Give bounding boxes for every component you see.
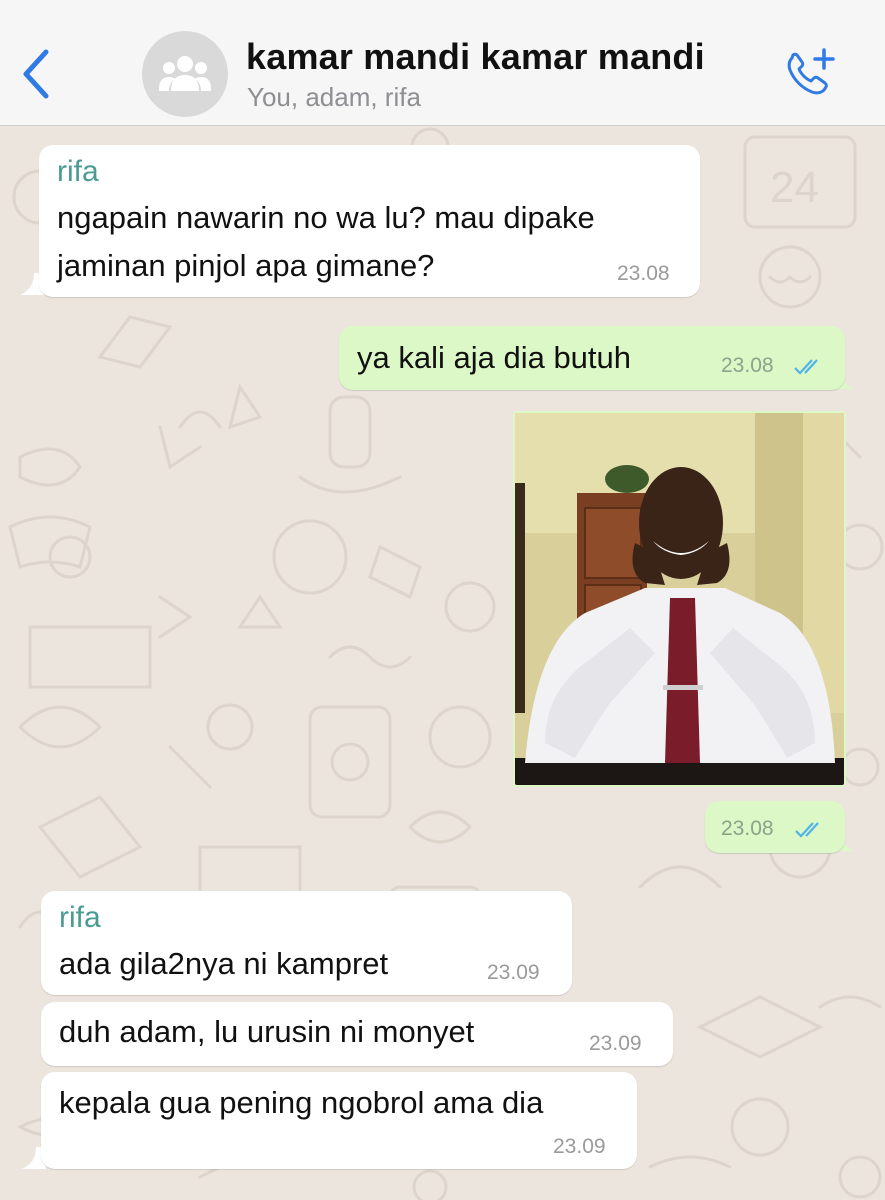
message-time: 23.08: [721, 354, 774, 377]
message-text-line: ada gila2nya ni kampret: [59, 946, 389, 981]
message-bubble-incoming[interactable]: kepala gua pening ngobrol ama dia 23.09: [41, 1072, 637, 1169]
message-bubble-outgoing[interactable]: ya kali aja dia butuh 23.08: [339, 326, 845, 390]
group-icon: [159, 56, 211, 91]
message-text-line: ya kali aja dia butuh: [357, 340, 632, 375]
message-text-line: duh adam, lu urusin ni monyet: [59, 1014, 475, 1049]
message-bubble-incoming[interactable]: rifa ngapain nawarin no wa lu? mau dipak…: [39, 145, 700, 297]
add-call-icon: [787, 48, 835, 95]
chat-title[interactable]: kamar mandi kamar mandi: [246, 36, 705, 78]
back-button[interactable]: [16, 44, 56, 104]
message-time: 23.09: [589, 1032, 642, 1055]
message-bubble-incoming[interactable]: duh adam, lu urusin ni monyet 23.09: [41, 1002, 673, 1066]
chat-area[interactable]: 24 rifa ngapain nawarin no wa lu? mau di…: [0, 127, 885, 1200]
image-message-footer[interactable]: 23.08: [705, 801, 845, 853]
message-text-line: ngapain nawarin no wa lu? mau dipake: [57, 200, 595, 235]
sender-name: rifa: [57, 155, 99, 188]
chat-participants[interactable]: You, adam, rifa: [247, 82, 421, 113]
image-message[interactable]: [513, 411, 846, 787]
message-text-line: kepala gua pening ngobrol ama dia: [59, 1085, 544, 1120]
chevron-left-icon: [23, 49, 49, 99]
message-time: 23.08: [721, 817, 774, 840]
message-time: 23.08: [617, 262, 670, 285]
read-ticks-icon: [795, 822, 819, 838]
message-text-line: jaminan pinjol apa gimane?: [57, 248, 435, 283]
svg-text:24: 24: [770, 163, 819, 212]
chat-header: kamar mandi kamar mandi You, adam, rifa: [0, 0, 885, 126]
message-time: 23.09: [487, 961, 540, 984]
sender-name: rifa: [59, 901, 101, 934]
message-bubble-incoming[interactable]: rifa ada gila2nya ni kampret 23.09: [41, 891, 572, 995]
message-time: 23.09: [553, 1135, 606, 1158]
add-call-button[interactable]: [780, 44, 840, 104]
photo-man-smiling: [515, 413, 844, 785]
read-ticks-icon: [794, 359, 818, 375]
group-avatar[interactable]: [142, 31, 228, 117]
